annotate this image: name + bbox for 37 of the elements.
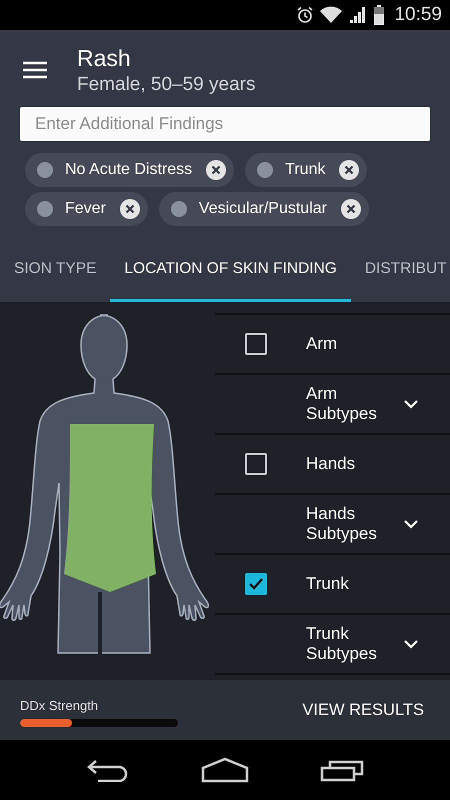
- category-tab[interactable]: DISTRIBUT: [350, 238, 447, 302]
- finding-chip[interactable]: Vesicular/Pustular: [158, 192, 369, 226]
- close-icon[interactable]: [339, 160, 360, 180]
- home-icon[interactable]: [200, 757, 249, 783]
- alarm-icon: [296, 6, 314, 24]
- checkbox[interactable]: [245, 573, 267, 595]
- checkmark-icon: [249, 578, 263, 590]
- location-label: Hands: [306, 454, 356, 474]
- checkbox[interactable]: [245, 453, 267, 475]
- view-results-button[interactable]: VIEW RESULTS: [302, 692, 424, 728]
- finding-chip[interactable]: Fever: [25, 192, 148, 226]
- back-icon[interactable]: [86, 758, 130, 782]
- strength-label: DDx Strength: [20, 698, 100, 712]
- patient-subtitle: Female, 50–59 years: [77, 74, 256, 96]
- dot-icon: [37, 162, 53, 178]
- wifi-icon: [320, 6, 342, 24]
- dot-icon: [37, 201, 53, 217]
- location-label: Arm: [306, 334, 338, 354]
- battery-icon: [374, 5, 384, 25]
- checkbox[interactable]: [245, 333, 267, 355]
- subtypes-row[interactable]: Trunk Subtypes: [215, 615, 450, 675]
- recents-icon[interactable]: [320, 758, 364, 782]
- findings-input-field[interactable]: Enter Additional Findings: [20, 107, 430, 141]
- close-icon[interactable]: [120, 199, 140, 219]
- close-icon[interactable]: [340, 199, 361, 219]
- close-icon[interactable]: [206, 160, 226, 180]
- page-title: Rash: [77, 44, 132, 72]
- menu-icon[interactable]: [23, 61, 47, 79]
- subtypes-row[interactable]: Arm Subtypes: [215, 375, 450, 435]
- finding-chip[interactable]: Trunk: [245, 153, 368, 187]
- dot-icon: [257, 162, 274, 178]
- dot-icon: [170, 201, 187, 217]
- clock-time: 10:59: [394, 4, 442, 26]
- subtypes-row[interactable]: Hands Subtypes: [215, 495, 450, 555]
- finding-chip[interactable]: No Acute Distress: [25, 153, 234, 187]
- category-tab[interactable]: SION TYPE: [0, 238, 110, 302]
- location-label: Trunk: [306, 574, 349, 594]
